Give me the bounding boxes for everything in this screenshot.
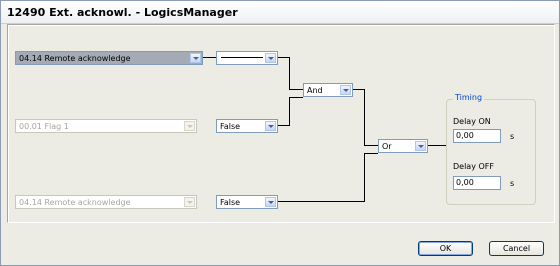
sign-3-combo[interactable]: False bbox=[216, 195, 278, 209]
input-1-combo[interactable]: 04.14 Remote acknowledge bbox=[15, 51, 203, 65]
delay-off-field[interactable]: 0,00 bbox=[453, 176, 501, 190]
connector-line bbox=[364, 89, 365, 145]
operator-2-combo[interactable]: Or bbox=[378, 139, 428, 153]
sign-3-value: False bbox=[220, 198, 241, 207]
chevron-down-icon bbox=[184, 121, 195, 131]
delay-off-unit: s bbox=[510, 179, 515, 188]
chevron-down-icon[interactable] bbox=[265, 121, 276, 131]
input-1-value: 04.14 Remote acknowledge bbox=[19, 54, 131, 63]
sign-2-combo[interactable]: False bbox=[216, 119, 278, 133]
chevron-down-icon[interactable] bbox=[415, 141, 426, 151]
connector-line bbox=[289, 97, 290, 126]
connector-line bbox=[289, 57, 290, 89]
connector-line bbox=[289, 89, 303, 90]
operator-2-value: Or bbox=[382, 142, 392, 151]
chevron-down-icon[interactable] bbox=[265, 197, 276, 207]
input-2-combo: 00.01 Flag 1 bbox=[15, 119, 197, 133]
logicsmanager-dialog: 12490 Ext. acknowl. - LogicsManager 04.1… bbox=[0, 0, 560, 266]
title-bar[interactable]: 12490 Ext. acknowl. - LogicsManager bbox=[1, 1, 559, 24]
connector-line bbox=[364, 153, 365, 202]
ok-button[interactable]: OK bbox=[418, 241, 473, 256]
delay-on-field[interactable]: 0,00 bbox=[453, 129, 501, 143]
line-symbol bbox=[221, 57, 263, 58]
input-3-value: 04.14 Remote acknowledge bbox=[19, 198, 131, 207]
connector-line bbox=[364, 145, 378, 146]
connector-line bbox=[278, 201, 365, 202]
operator-1-value: And bbox=[307, 86, 323, 95]
connector-line bbox=[364, 153, 378, 154]
operator-1-combo[interactable]: And bbox=[303, 83, 353, 97]
delay-on-label: Delay ON bbox=[453, 117, 491, 126]
input-2-value: 00.01 Flag 1 bbox=[19, 122, 69, 131]
connector-line bbox=[428, 145, 446, 146]
window-title: 12490 Ext. acknowl. - LogicsManager bbox=[7, 6, 238, 19]
chevron-down-icon[interactable] bbox=[190, 53, 201, 63]
connector-line bbox=[203, 57, 216, 58]
sign-2-value: False bbox=[220, 122, 241, 131]
input-3-combo: 04.14 Remote acknowledge bbox=[15, 195, 197, 209]
timing-legend: Timing bbox=[453, 93, 485, 102]
connector-line bbox=[289, 97, 303, 98]
delay-off-label: Delay OFF bbox=[453, 162, 494, 171]
sign-1-combo[interactable] bbox=[216, 51, 278, 65]
chevron-down-icon[interactable] bbox=[340, 85, 351, 95]
chevron-down-icon bbox=[184, 197, 195, 207]
delay-on-unit: s bbox=[510, 132, 515, 141]
chevron-down-icon[interactable] bbox=[265, 53, 276, 63]
cancel-button[interactable]: Cancel bbox=[489, 241, 544, 256]
